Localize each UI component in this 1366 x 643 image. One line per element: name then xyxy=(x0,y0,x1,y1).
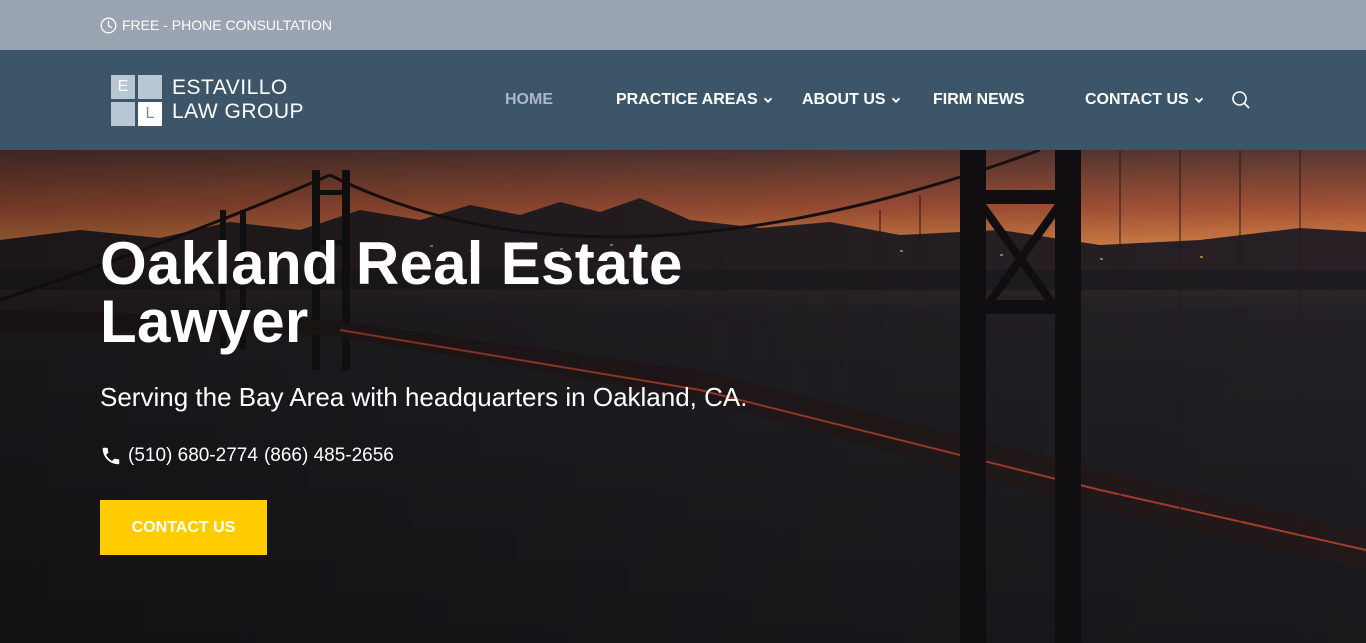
logo-line-1: ESTAVILLO xyxy=(172,76,288,99)
free-consultation-text: FREE - PHONE CONSULTATION xyxy=(122,17,333,33)
phone-number-link[interactable]: (510) 680-2774 xyxy=(128,445,258,467)
nav-contact-us-label: CONTACT US xyxy=(1085,91,1189,108)
logo-mark-tile xyxy=(138,74,162,99)
hero-subtitle: Serving the Bay Area with headquarters i… xyxy=(100,382,748,412)
logo-mark-letter-e: E xyxy=(111,74,135,99)
clock-icon xyxy=(100,17,117,34)
page-title: Oakland Real Estate Lawyer xyxy=(100,234,820,352)
nav-practice-areas[interactable]: PRACTICE AREAS xyxy=(616,50,773,150)
logo-mark-tile xyxy=(111,101,135,126)
phone-numbers: (510) 680-2774 (866) 485-2656 xyxy=(100,445,394,467)
site-header: E L ESTAVILLO LAW GROUP HOME PRACTICE AR… xyxy=(0,50,1366,150)
chevron-down-icon xyxy=(1194,95,1204,105)
site-logo[interactable]: E L ESTAVILLO LAW GROUP xyxy=(108,70,328,130)
logo-mark: E L xyxy=(111,74,162,126)
phone-number-link[interactable]: (866) 485-2656 xyxy=(264,445,394,467)
logo-mark-letter-l: L xyxy=(138,101,162,126)
chevron-down-icon xyxy=(763,95,773,105)
top-bar: FREE - PHONE CONSULTATION xyxy=(0,0,1366,50)
nav-firm-news[interactable]: FIRM NEWS xyxy=(933,50,1025,150)
nav-practice-areas-label: PRACTICE AREAS xyxy=(616,91,758,108)
nav-home[interactable]: HOME xyxy=(505,50,553,150)
hero-section: Oakland Real Estate Lawyer Serving the B… xyxy=(0,150,1366,643)
search-icon[interactable] xyxy=(1231,90,1251,110)
page-title-line-1: Oakland Real Estate xyxy=(100,230,683,297)
contact-us-button[interactable]: CONTACT US xyxy=(100,500,267,555)
logo-wordmark: ESTAVILLO LAW GROUP xyxy=(172,76,304,124)
nav-about-us[interactable]: ABOUT US xyxy=(802,50,901,150)
phone-icon xyxy=(100,445,122,467)
chevron-down-icon xyxy=(891,95,901,105)
nav-about-us-label: ABOUT US xyxy=(802,91,886,108)
nav-firm-news-label: FIRM NEWS xyxy=(933,91,1025,108)
nav-contact-us[interactable]: CONTACT US xyxy=(1085,50,1204,150)
nav-home-label: HOME xyxy=(505,91,553,108)
logo-line-2: LAW GROUP xyxy=(172,100,305,123)
page-title-line-2: Lawyer xyxy=(100,288,309,355)
